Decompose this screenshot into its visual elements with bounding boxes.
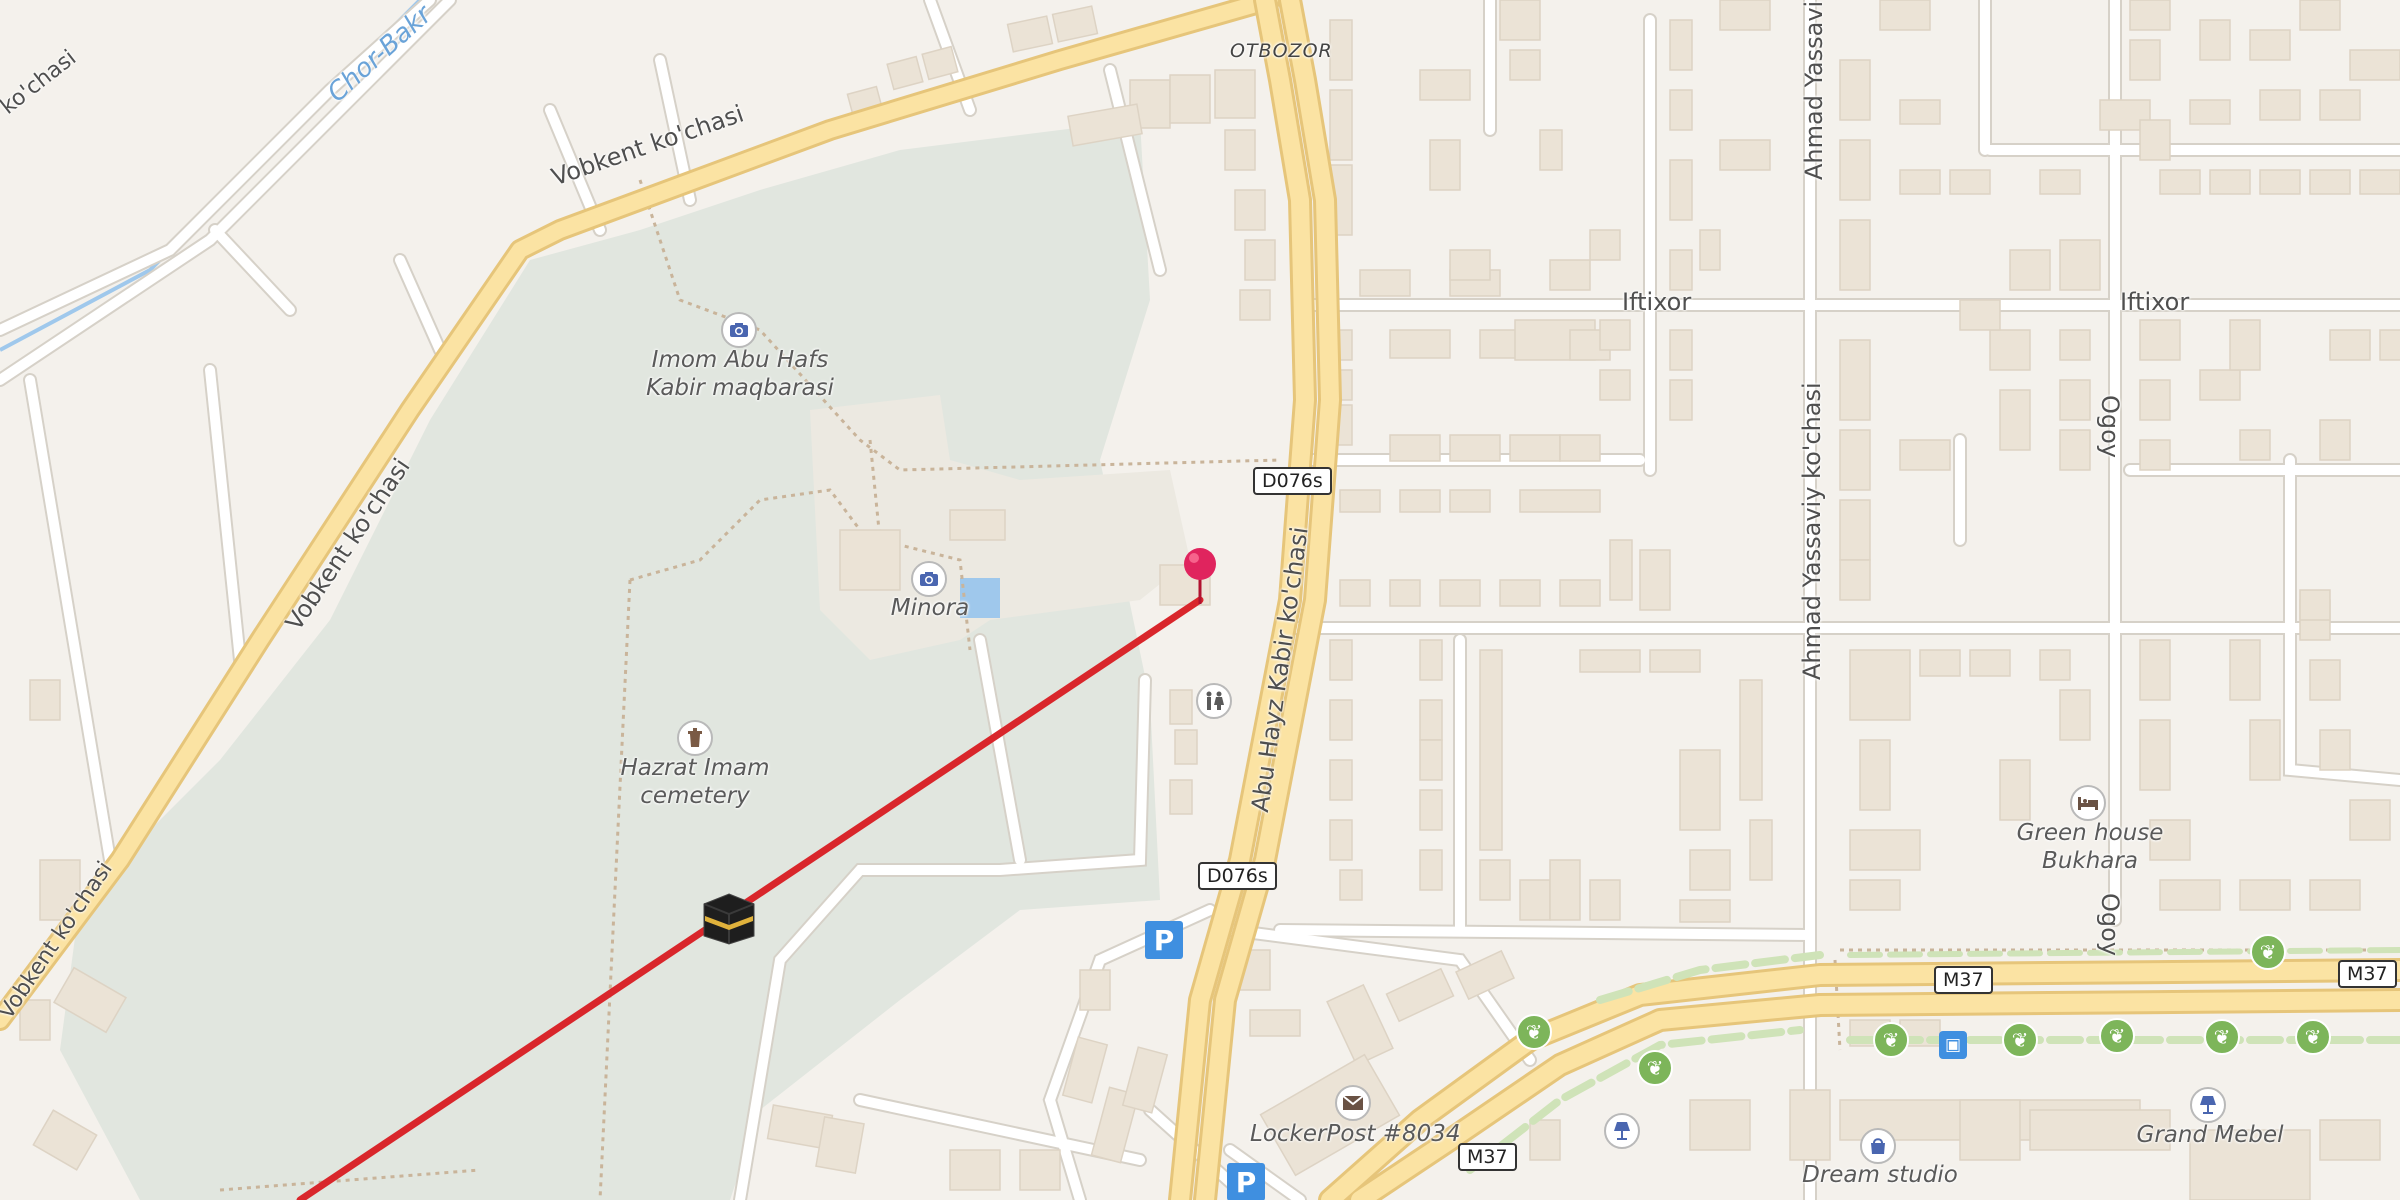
street-label-ogoy-2: Ogoy [2096, 893, 2124, 957]
camera-icon[interactable] [911, 561, 947, 597]
poi-label-line: Green house [2016, 820, 2164, 846]
street-label-ogoy-1: Ogoy [2096, 395, 2124, 459]
tree-icon[interactable]: ❦ [2250, 934, 2286, 970]
map-view[interactable]: Vobkent ko'chasi Vobkent ko'chasi Vobken… [0, 0, 2400, 1200]
poi-label-line: Imom Abu Hafs [651, 347, 829, 373]
street-label-iftixor-2: Iftixor [2120, 288, 2190, 316]
hotel-icon[interactable] [2070, 785, 2106, 821]
tree-icon[interactable]: ❦ [1516, 1014, 1552, 1050]
bus-icon[interactable]: ▣ [1939, 1031, 1967, 1059]
road-shield-m37: M37 [2338, 960, 2397, 988]
poi-label-imom-abu-hafs[interactable]: Imom Abu Hafs Kabir maqbarasi [620, 346, 860, 402]
road-shield-m37: M37 [1458, 1143, 1517, 1171]
poi-label-green-house[interactable]: Green house Bukhara [1990, 819, 2190, 875]
street-label-ahmad-top: Ahmad Yassaviy [1800, 0, 1828, 180]
parking-icon[interactable]: P [1145, 921, 1183, 959]
poi-label-line: Bukhara [2042, 848, 2138, 874]
road-shield-d076s: D076s [1253, 467, 1332, 495]
shopping-bag-icon[interactable] [1860, 1128, 1896, 1164]
road-shield-d076s: D076s [1198, 862, 1277, 890]
poi-label-line: cemetery [640, 783, 750, 809]
tree-icon[interactable]: ❦ [2002, 1022, 2038, 1058]
toilets-icon[interactable] [1196, 683, 1232, 719]
poi-label-grand-mebel[interactable]: Grand Mebel [2110, 1121, 2310, 1149]
tree-icon[interactable]: ❦ [1637, 1050, 1673, 1086]
parking-icon[interactable]: P [1227, 1163, 1265, 1200]
poi-label-hazrat-imam[interactable]: Hazrat Imam cemetery [585, 754, 805, 810]
tree-icon[interactable]: ❦ [2099, 1018, 2135, 1054]
lamp-icon[interactable] [1604, 1113, 1640, 1149]
poi-label-dream-studio[interactable]: Dream studio [1780, 1161, 1980, 1189]
lamp-icon[interactable] [2190, 1087, 2226, 1123]
mail-icon[interactable] [1335, 1085, 1371, 1121]
road-shield-m37: M37 [1934, 966, 1993, 994]
tree-icon[interactable]: ❦ [2295, 1019, 2331, 1055]
kaaba-icon[interactable] [702, 892, 756, 946]
location-pin-icon[interactable] [1180, 546, 1220, 606]
street-label-ahmad-mid: Ahmad Yassaviy ko'chasi [1798, 382, 1826, 680]
tree-icon[interactable]: ❦ [1873, 1022, 1909, 1058]
tree-icon[interactable]: ❦ [2204, 1019, 2240, 1055]
poi-label-line: Kabir maqbarasi [646, 375, 834, 401]
area-label-otbozor: OTBOZOR [1230, 40, 1333, 62]
poi-label-lockerpost[interactable]: LockerPost #8034 [1250, 1120, 1461, 1148]
cemetery-icon[interactable] [677, 720, 713, 756]
poi-label-line: Hazrat Imam [620, 755, 770, 781]
poi-label-minora[interactable]: Minora [880, 594, 980, 622]
camera-icon[interactable] [721, 312, 757, 348]
street-label-iftixor-1: Iftixor [1622, 288, 1692, 316]
